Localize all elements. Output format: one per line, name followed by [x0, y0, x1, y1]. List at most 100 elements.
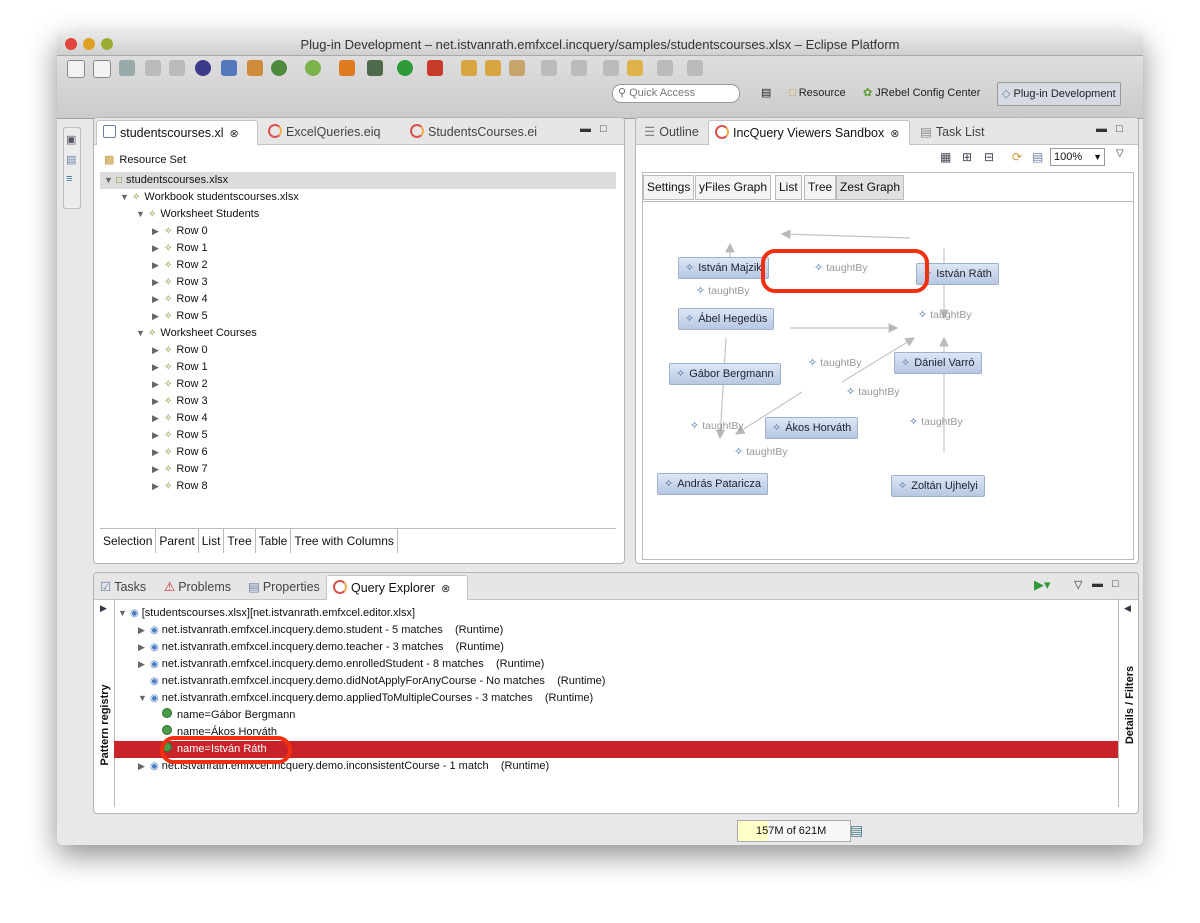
collapsed-icon[interactable]: ▶ [152, 291, 164, 308]
pattern-row[interactable]: ▶ ◉ net.istvanrath.emfxcel.incquery.demo.t… [138, 639, 504, 656]
tab-outline[interactable]: ☰ Outline [640, 120, 699, 144]
collapse-all-icon[interactable]: ⊟ [984, 150, 994, 164]
details-filters-tab[interactable]: Details / Filters [1124, 650, 1136, 760]
hierarchy-icon[interactable]: ≡ [66, 173, 72, 185]
collapsed-icon[interactable]: ▶ [152, 444, 164, 461]
expanded-icon[interactable]: ▼ [120, 189, 132, 206]
collapsed-icon[interactable]: ▶ [152, 427, 164, 444]
node-gabor-bergmann[interactable]: Gábor Bergmann [669, 363, 781, 385]
tab-settings[interactable]: Settings [643, 175, 695, 200]
perspective-resource[interactable]: □ Resource [789, 82, 846, 104]
tab-studentscourses-ei[interactable]: StudentsCourses.ei [404, 120, 537, 144]
tab-incquery-viewers-sandbox[interactable]: IncQuery Viewers Sandbox ⊗ [708, 120, 910, 145]
collapsed-icon[interactable]: ▶ [152, 223, 164, 240]
run-icon[interactable] [397, 60, 413, 76]
tree-row[interactable]: ▶ ✧ Row 1 [100, 240, 616, 257]
tree-row[interactable]: ▶ ✧ Row 2 [100, 376, 616, 393]
node-istvan-majzik[interactable]: István Majzik [678, 257, 769, 279]
tree-row[interactable]: ▼ □ studentscourses.xlsx [100, 172, 616, 189]
maximize-icon[interactable]: □ [600, 123, 607, 135]
save-all-icon[interactable] [145, 60, 161, 76]
tree-row[interactable]: ▶ ✧ Row 3 [100, 274, 616, 291]
heap-status[interactable]: 157M of 621M [737, 820, 851, 842]
tab-tasks[interactable]: ☑ Tasks [96, 575, 146, 599]
prev-annotation-icon[interactable] [571, 60, 587, 76]
tree-row[interactable]: ▼ ✧ Worksheet Courses [100, 325, 616, 342]
collapsed-icon[interactable]: ▶ [138, 622, 150, 639]
expanded-icon[interactable]: ▼ [138, 690, 150, 707]
open-task-icon[interactable] [485, 60, 501, 76]
collapsed-icon[interactable]: ▶ [152, 393, 164, 410]
quick-access-input[interactable]: ⚲ Quick Access [612, 84, 740, 103]
minimize-icon[interactable]: ▬ [1096, 123, 1107, 135]
debug-icon[interactable] [339, 60, 355, 76]
pattern-row[interactable]: ▼ ◉ net.istvanrath.emfxcel.incquery.demo.a… [138, 690, 593, 707]
run-config-icon[interactable] [271, 60, 287, 76]
expand-all-icon[interactable]: ⊞ [962, 150, 972, 164]
tree-row[interactable]: ▶ ✧ Row 4 [100, 291, 616, 308]
tree-row[interactable]: ▶ ✧ Row 8 [100, 478, 616, 495]
tree-row[interactable]: ▶ ✧ Row 5 [100, 308, 616, 325]
tab-zest-graph[interactable]: Zest Graph [836, 175, 905, 200]
new-icon[interactable] [67, 60, 85, 78]
maximize-icon[interactable]: □ [1116, 123, 1123, 135]
qe-root-row[interactable]: ▼ ◉ [studentscourses.xlsx][net.istvanrath.… [118, 605, 415, 622]
skip-breakpoints-icon[interactable] [221, 60, 237, 76]
tree-row[interactable]: ▶ ✧ Row 0 [100, 223, 616, 240]
tree-row[interactable]: ▶ ✧ Row 3 [100, 393, 616, 410]
resource-set-row[interactable]: ▩ Resource Set [104, 152, 186, 169]
tree-row[interactable]: ▶ ✧ Row 1 [100, 359, 616, 376]
tab-tree-with-columns[interactable]: Tree with Columns [291, 529, 398, 553]
node-zoltan-ujhelyi[interactable]: Zoltán Ujhelyi [891, 475, 985, 497]
new-wizard-icon[interactable] [93, 60, 111, 78]
collapsed-icon[interactable]: ▶ [138, 656, 150, 673]
external-tools-icon[interactable] [367, 60, 383, 76]
print-icon[interactable] [169, 60, 185, 76]
collapsed-icon[interactable]: ▶ [152, 240, 164, 257]
collapsed-icon[interactable]: ▶ [152, 461, 164, 478]
forward-history-icon[interactable] [657, 60, 673, 76]
expanded-icon[interactable]: ▼ [136, 325, 148, 342]
refresh-icon[interactable] [305, 60, 321, 76]
forward-icon[interactable] [627, 60, 643, 76]
expanded-icon[interactable]: ▼ [136, 206, 148, 223]
collapsed-icon[interactable]: ▶ [152, 410, 164, 427]
layout-icon[interactable]: ▦ [940, 150, 951, 164]
refresh-icon[interactable]: ⟳ [1012, 150, 1022, 164]
view-menu-icon[interactable]: ▽ [1074, 578, 1082, 591]
tab-problems[interactable]: ⚠ Problems [160, 575, 231, 599]
collapsed-icon[interactable]: ▶ [152, 359, 164, 376]
search-icon[interactable] [509, 60, 525, 76]
node-abel-hegedus[interactable]: Ábel Hegedüs [678, 308, 775, 330]
tab-studentscourses-xlsx[interactable]: studentscourses.xl ⊗ [96, 120, 258, 145]
minimize-icon[interactable]: ▬ [580, 123, 591, 135]
tree-row[interactable]: ▶ ✧ Row 4 [100, 410, 616, 427]
run-icon[interactable]: ▶▾ [1034, 577, 1051, 593]
perspective-plugin-development[interactable]: ◇ Plug-in Development [997, 82, 1121, 106]
perspective-jrebel[interactable]: ✿ JRebel Config Center [863, 82, 980, 104]
tree-row[interactable]: ▼ ✧ Workbook studentscourses.xlsx [100, 189, 616, 206]
tab-excelqueries-eiq[interactable]: ExcelQueries.eiq [262, 120, 381, 144]
package-explorer-icon[interactable]: ▤ [66, 153, 76, 166]
pin-icon[interactable] [687, 60, 703, 76]
collapsed-icon[interactable]: ▶ [152, 274, 164, 291]
minimize-icon[interactable]: ▬ [1092, 578, 1103, 590]
tree-row[interactable]: ▶ ✧ Row 6 [100, 444, 616, 461]
save-icon[interactable] [119, 60, 135, 76]
tree-row[interactable]: ▶ ✧ Row 7 [100, 461, 616, 478]
tab-list[interactable]: List [775, 175, 802, 200]
tab-tree[interactable]: Tree [804, 175, 837, 200]
view-menu-icon[interactable]: ▽ [1116, 148, 1124, 159]
pattern-row[interactable]: ▶ ◉ net.istvanrath.emfxcel.incquery.demo.e… [138, 656, 544, 673]
tab-task-list[interactable]: ▤ Task List [916, 120, 984, 144]
tree-row[interactable]: ▶ ✧ Row 2 [100, 257, 616, 274]
tab-parent[interactable]: Parent [156, 529, 199, 553]
node-daniel-varro[interactable]: Dániel Varró [894, 352, 982, 374]
tree-row[interactable]: ▼ ✧ Worksheet Students [100, 206, 616, 223]
tab-selection[interactable]: Selection [100, 529, 157, 553]
close-icon[interactable]: ⊗ [890, 128, 899, 140]
pattern-row[interactable]: ◉ net.istvanrath.emfxcel.incquery.demo.di… [138, 673, 605, 690]
collapsed-icon[interactable]: ▶ [152, 257, 164, 274]
tab-tree[interactable]: Tree [224, 529, 256, 553]
trash-icon[interactable]: ▤ [850, 822, 863, 839]
